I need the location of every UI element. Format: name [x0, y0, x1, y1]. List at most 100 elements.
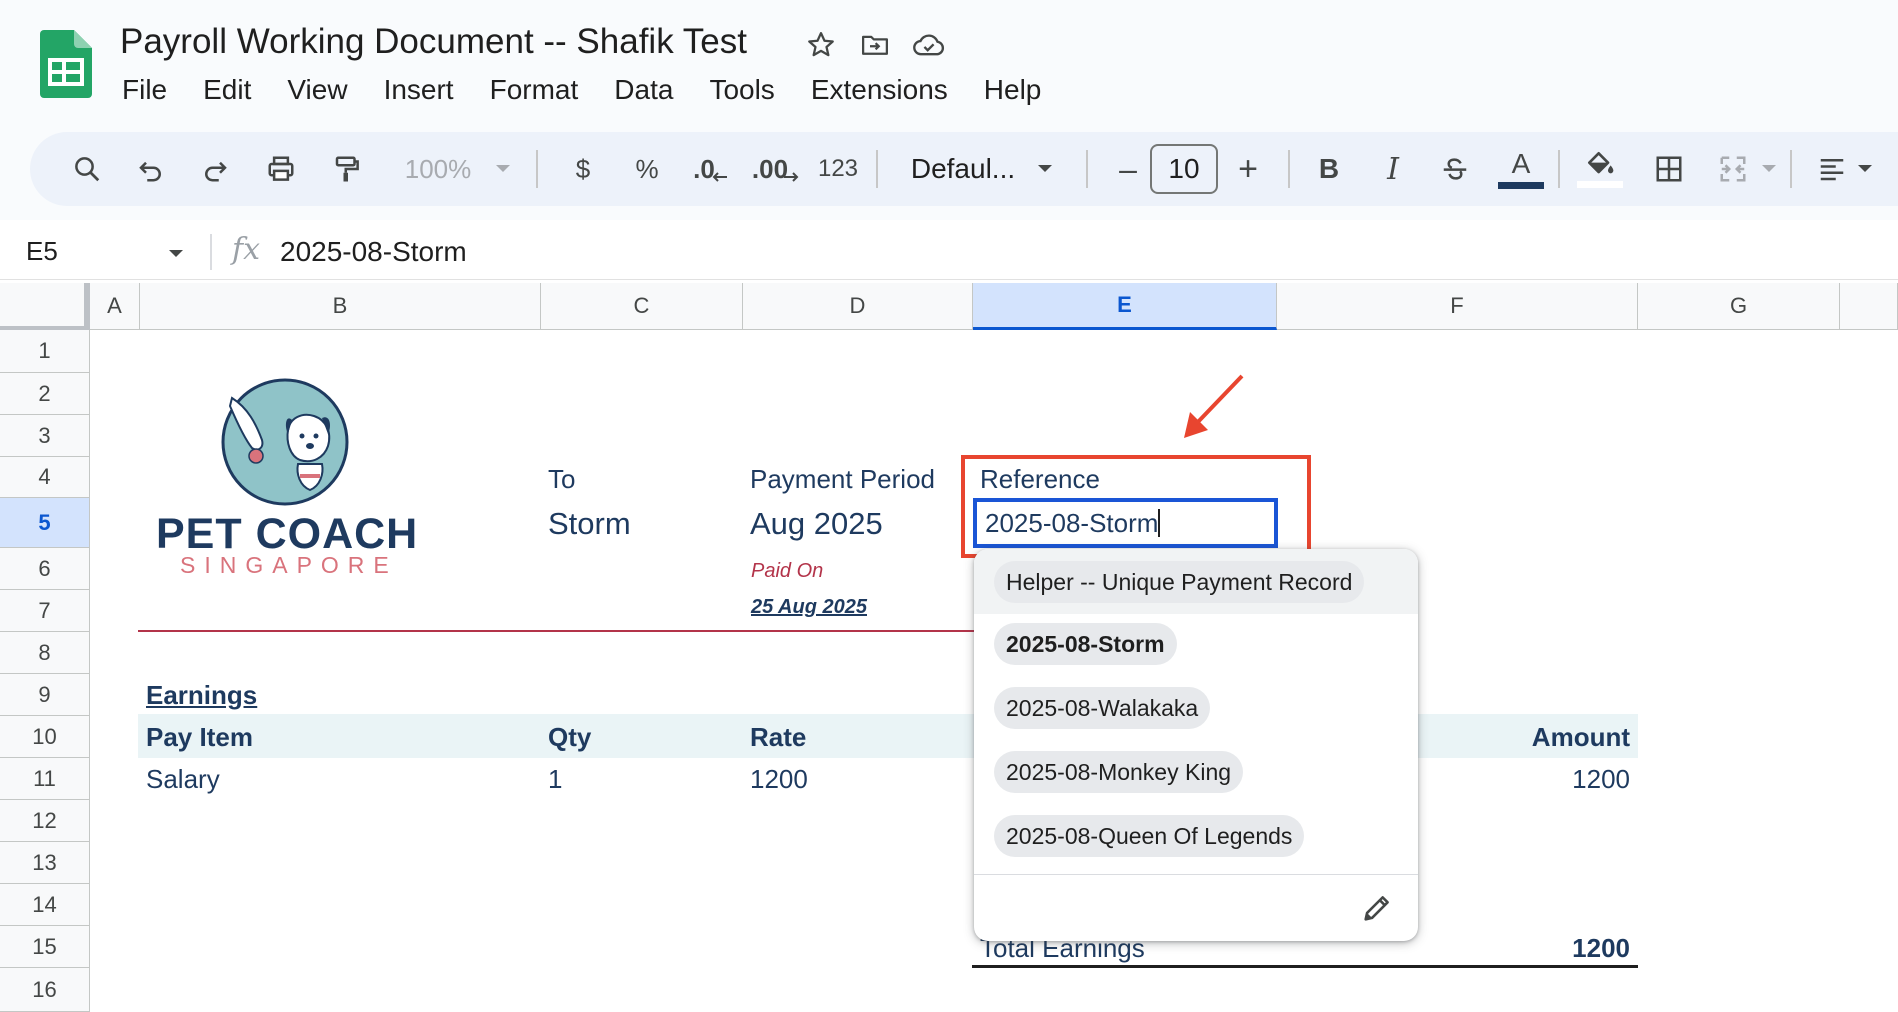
borders-icon[interactable]: [1646, 144, 1692, 194]
select-all-corner[interactable]: [0, 283, 90, 330]
column-header-e[interactable]: E: [973, 283, 1277, 330]
row-header-3[interactable]: 3: [0, 415, 90, 457]
row-header-16[interactable]: 16: [0, 968, 90, 1012]
payment-period-label: Payment Period: [750, 464, 935, 494]
document-title[interactable]: Payroll Working Document -- Shafik Test: [120, 22, 747, 62]
zoom-select[interactable]: 100%: [388, 144, 488, 194]
font-size-input[interactable]: 10: [1150, 144, 1218, 194]
dropdown-header-chip[interactable]: Helper -- Unique Payment Record: [994, 561, 1365, 603]
column-header-c[interactable]: C: [541, 283, 743, 330]
dropdown-option[interactable]: 2025-08-Monkey King: [994, 751, 1244, 793]
search-menus-icon[interactable]: [64, 144, 110, 194]
column-header-f[interactable]: F: [1277, 283, 1638, 330]
increase-font-size-button[interactable]: +: [1226, 144, 1270, 194]
align-chevron-down-icon[interactable]: [1852, 144, 1878, 194]
menu-view[interactable]: View: [269, 72, 365, 108]
active-cell-e5[interactable]: 2025-08-Storm: [973, 498, 1278, 548]
cloud-saved-icon[interactable]: [912, 28, 946, 62]
column-header-d[interactable]: D: [743, 283, 973, 330]
decrease-decimal-button[interactable]: .0: [686, 144, 736, 194]
row-header-14[interactable]: 14: [0, 884, 90, 926]
undo-icon[interactable]: [128, 144, 174, 194]
row-header-11[interactable]: 11: [0, 758, 90, 800]
paint-format-icon[interactable]: [324, 144, 370, 194]
menu-file[interactable]: File: [104, 72, 185, 108]
menu-edit[interactable]: Edit: [185, 72, 269, 108]
text-color-letter: A: [1511, 147, 1531, 179]
menu-insert[interactable]: Insert: [366, 72, 472, 108]
row-header-5[interactable]: 5: [0, 498, 90, 548]
name-box-chevron-down-icon[interactable]: [168, 246, 184, 264]
total-earnings-value[interactable]: 1200: [1438, 933, 1630, 964]
menu-extensions[interactable]: Extensions: [793, 72, 966, 108]
earnings-title: Earnings: [146, 680, 258, 710]
more-formats-button[interactable]: 123: [810, 144, 866, 194]
increase-decimal-button[interactable]: .00: [746, 144, 806, 194]
toolbar-divider: [1790, 150, 1792, 188]
to-value[interactable]: Storm: [548, 506, 631, 542]
zoom-chevron-down-icon[interactable]: [486, 144, 520, 194]
toolbar-divider: [1288, 150, 1290, 188]
menu-tools[interactable]: Tools: [691, 72, 792, 108]
row-header-2[interactable]: 2: [0, 373, 90, 415]
fill-color-icon[interactable]: [1572, 144, 1628, 194]
dropdown-option[interactable]: 2025-08-Queen Of Legends: [994, 815, 1305, 857]
move-folder-icon[interactable]: [858, 28, 892, 62]
dropdown-option[interactable]: 2025-08-Walakaka: [994, 687, 1211, 729]
table-row-rate[interactable]: 1200: [750, 764, 808, 795]
row-header-10[interactable]: 10: [0, 716, 90, 758]
font-chevron-down-icon[interactable]: [1028, 144, 1062, 194]
table-row-amount[interactable]: 1200: [1438, 764, 1630, 795]
toolbar-divider: [1086, 150, 1088, 188]
toolbar: 100% $ % .0 .00 123 Defaul... – 10 + B I…: [30, 132, 1898, 206]
right-arrow-icon: [784, 172, 799, 182]
text-color-button[interactable]: A: [1496, 144, 1546, 194]
formula-bar: E5 fx 2025-08-Storm: [0, 224, 1898, 280]
paid-on-value[interactable]: 25 Aug 2025: [751, 596, 867, 619]
dropdown-option-selected[interactable]: 2025-08-Storm: [994, 623, 1177, 665]
fx-icon: fx: [232, 232, 261, 267]
row-header-12[interactable]: 12: [0, 800, 90, 842]
redo-icon[interactable]: [192, 144, 238, 194]
bold-button[interactable]: B: [1306, 144, 1352, 194]
row-header-8[interactable]: 8: [0, 632, 90, 674]
row-header-1[interactable]: 1: [0, 330, 90, 373]
row-header-9[interactable]: 9: [0, 674, 90, 716]
header-divider-line: [138, 630, 974, 632]
active-cell-editor[interactable]: 2025-08-Storm: [985, 508, 1161, 539]
column-header-g[interactable]: G: [1638, 283, 1840, 330]
row-header-15[interactable]: 15: [0, 926, 90, 968]
font-family-select[interactable]: Defaul...: [900, 144, 1026, 194]
column-header-next[interactable]: [1840, 283, 1898, 330]
horizontal-align-icon[interactable]: [1810, 144, 1854, 194]
row-header-6[interactable]: 6: [0, 548, 90, 590]
merge-chevron-down-icon[interactable]: [1756, 144, 1782, 194]
strikethrough-icon[interactable]: [1432, 144, 1478, 194]
dog-illustration-icon: [221, 378, 349, 506]
column-header-a[interactable]: A: [90, 283, 140, 330]
table-row-qty[interactable]: 1: [548, 764, 562, 795]
print-icon[interactable]: [258, 144, 304, 194]
row-header-7[interactable]: 7: [0, 590, 90, 632]
sheets-logo-icon[interactable]: [40, 30, 92, 98]
data-validation-dropdown: Helper -- Unique Payment Record 2025-08-…: [974, 549, 1418, 941]
text-cursor: [1158, 509, 1161, 537]
decrease-font-size-button[interactable]: –: [1106, 144, 1150, 194]
italic-button[interactable]: I: [1370, 144, 1416, 194]
currency-format-button[interactable]: $: [560, 144, 606, 194]
name-box[interactable]: E5: [26, 236, 58, 267]
menu-data[interactable]: Data: [596, 72, 691, 108]
payment-period-value[interactable]: Aug 2025: [750, 506, 883, 542]
merge-cells-icon[interactable]: [1710, 144, 1756, 194]
menu-help[interactable]: Help: [966, 72, 1060, 108]
percent-format-button[interactable]: %: [624, 144, 670, 194]
edit-pencil-icon[interactable]: [1360, 891, 1396, 927]
table-row-pay-item[interactable]: Salary: [146, 764, 220, 795]
column-header-b[interactable]: B: [140, 283, 541, 330]
rate-header: Rate: [750, 722, 807, 752]
formula-input[interactable]: 2025-08-Storm: [280, 236, 467, 268]
menu-format[interactable]: Format: [472, 72, 597, 108]
row-header-13[interactable]: 13: [0, 842, 90, 884]
star-icon[interactable]: [804, 28, 838, 62]
row-header-4[interactable]: 4: [0, 457, 90, 498]
